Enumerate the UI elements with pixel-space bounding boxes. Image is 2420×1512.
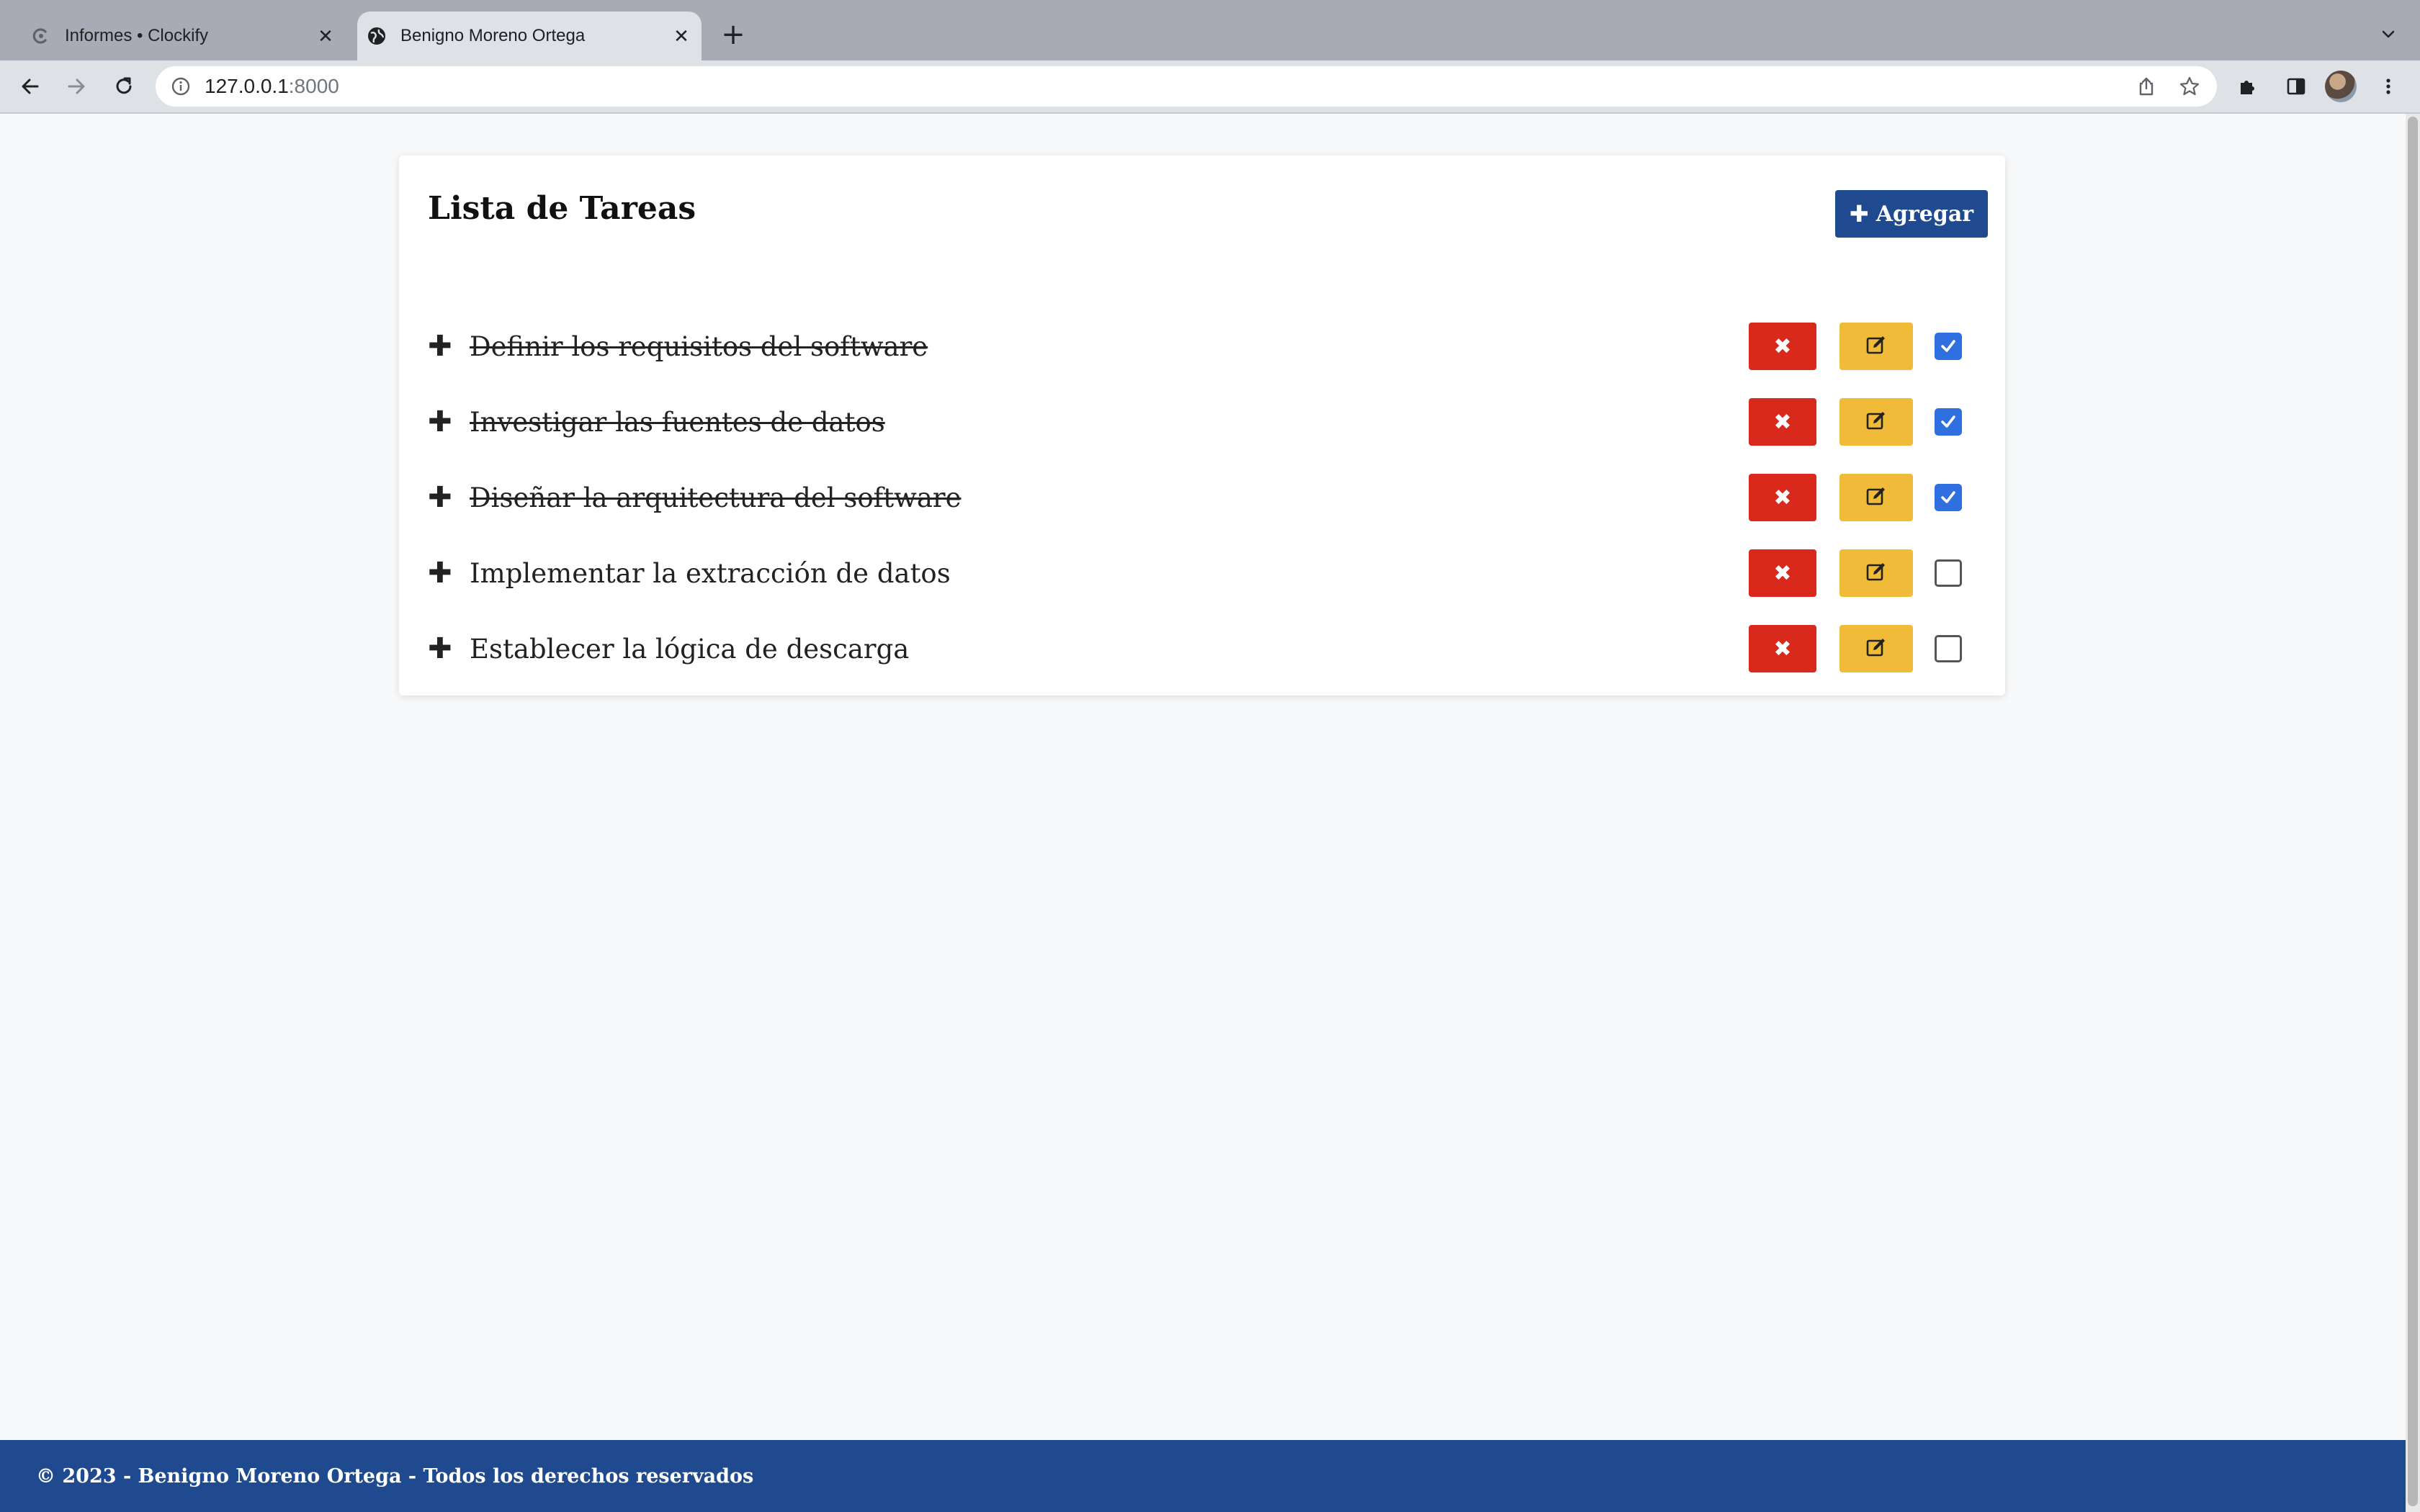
tab-clockify[interactable]: Informes • Clockify ✕ bbox=[22, 12, 346, 60]
tab-title: Informes • Clockify bbox=[65, 26, 209, 45]
address-bar[interactable]: 127.0.0.1:8000 bbox=[156, 66, 2217, 107]
task-done-checkbox[interactable] bbox=[1935, 559, 1962, 587]
globe-icon bbox=[366, 25, 387, 47]
page-title: Lista de Tareas bbox=[428, 190, 696, 227]
url-port: :8000 bbox=[288, 75, 339, 97]
task-text: Implementar la extracción de datos bbox=[470, 557, 951, 589]
delete-task-button[interactable]: ✖ bbox=[1749, 323, 1816, 370]
edit-icon bbox=[1864, 408, 1888, 436]
task-row: ✚ Definir los requisitos del software ✖ bbox=[428, 323, 1979, 370]
back-arrow-icon[interactable] bbox=[14, 71, 46, 102]
expand-plus-icon[interactable]: ✚ bbox=[428, 481, 452, 514]
task-row: ✚ Establecer la lógica de descarga ✖ bbox=[428, 625, 1979, 672]
browser-toolbar: 127.0.0.1:8000 bbox=[0, 60, 2420, 114]
chevron-down-icon[interactable] bbox=[2375, 22, 2401, 48]
extensions-icon[interactable] bbox=[2231, 71, 2263, 102]
close-icon: ✖ bbox=[1773, 560, 1792, 586]
share-icon[interactable] bbox=[2130, 71, 2162, 102]
task-list-card: Lista de Tareas ✚ Agregar ✚ Definir los r… bbox=[399, 156, 2005, 696]
task-actions: ✖ bbox=[1749, 625, 1979, 672]
task-row: ✚ Implementar la extracción de datos ✖ bbox=[428, 549, 1979, 597]
more-vert-icon[interactable] bbox=[2372, 71, 2404, 102]
task-done-checkbox[interactable] bbox=[1935, 408, 1962, 436]
profile-avatar[interactable] bbox=[2325, 71, 2357, 102]
side-panel-icon[interactable] bbox=[2280, 71, 2312, 102]
edit-task-button[interactable] bbox=[1839, 398, 1913, 446]
close-icon: ✖ bbox=[1773, 409, 1792, 435]
edit-task-button[interactable] bbox=[1839, 323, 1913, 370]
task-actions: ✖ bbox=[1749, 323, 1979, 370]
clockify-icon bbox=[30, 25, 52, 47]
star-icon[interactable] bbox=[2174, 71, 2205, 102]
add-task-button[interactable]: ✚ Agregar bbox=[1835, 190, 1988, 238]
footer-text: © 2023 - Benigno Moreno Ortega - Todos l… bbox=[36, 1464, 754, 1488]
task-actions: ✖ bbox=[1749, 549, 1979, 597]
task-row: ✚ Investigar las fuentes de datos ✖ bbox=[428, 398, 1979, 446]
task-actions: ✖ bbox=[1749, 474, 1979, 521]
edit-icon bbox=[1864, 559, 1888, 587]
edit-task-button[interactable] bbox=[1839, 625, 1913, 672]
close-icon: ✖ bbox=[1773, 636, 1792, 662]
task-actions: ✖ bbox=[1749, 398, 1979, 446]
task-text: Establecer la lógica de descarga bbox=[470, 633, 910, 665]
task-done-checkbox[interactable] bbox=[1935, 484, 1962, 511]
delete-task-button[interactable]: ✖ bbox=[1749, 398, 1816, 446]
task-done-checkbox[interactable] bbox=[1935, 635, 1962, 662]
delete-task-button[interactable]: ✖ bbox=[1749, 549, 1816, 597]
new-tab-button[interactable]: + bbox=[717, 18, 749, 51]
edit-task-button[interactable] bbox=[1839, 549, 1913, 597]
task-text: Definir los requisitos del software bbox=[470, 330, 928, 362]
close-icon[interactable]: ✕ bbox=[667, 22, 696, 50]
scrollbar-thumb[interactable] bbox=[2408, 117, 2418, 1506]
edit-task-button[interactable] bbox=[1839, 474, 1913, 521]
footer: © 2023 - Benigno Moreno Ortega - Todos l… bbox=[0, 1440, 2406, 1512]
browser-tab-strip: Informes • Clockify ✕ Benigno Moreno Ort… bbox=[0, 0, 2420, 60]
expand-plus-icon[interactable]: ✚ bbox=[428, 330, 452, 363]
close-icon: ✖ bbox=[1773, 333, 1792, 359]
url-text: 127.0.0.1:8000 bbox=[205, 75, 2130, 98]
delete-task-button[interactable]: ✖ bbox=[1749, 474, 1816, 521]
tab-portfolio[interactable]: Benigno Moreno Ortega ✕ bbox=[357, 12, 702, 60]
url-host: 127.0.0.1 bbox=[205, 75, 289, 97]
task-text: Investigar las fuentes de datos bbox=[470, 406, 885, 438]
expand-plus-icon[interactable]: ✚ bbox=[428, 557, 452, 590]
close-icon[interactable]: ✕ bbox=[311, 22, 340, 50]
close-icon: ✖ bbox=[1773, 485, 1792, 510]
plus-icon: ✚ bbox=[1849, 200, 1869, 228]
task-text: Diseñar la arquitectura del software bbox=[470, 482, 962, 513]
expand-plus-icon[interactable]: ✚ bbox=[428, 405, 452, 438]
info-icon[interactable] bbox=[170, 76, 192, 97]
tab-title: Benigno Moreno Ortega bbox=[400, 26, 586, 45]
edit-icon bbox=[1864, 333, 1888, 360]
forward-arrow-icon[interactable] bbox=[60, 71, 92, 102]
delete-task-button[interactable]: ✖ bbox=[1749, 625, 1816, 672]
edit-icon bbox=[1864, 635, 1888, 662]
reload-icon[interactable] bbox=[108, 71, 140, 102]
task-done-checkbox[interactable] bbox=[1935, 333, 1962, 360]
vertical-scrollbar[interactable] bbox=[2406, 114, 2420, 1512]
task-row: ✚ Diseñar la arquitectura del software ✖ bbox=[428, 474, 1979, 521]
expand-plus-icon[interactable]: ✚ bbox=[428, 632, 452, 665]
add-task-label: Agregar bbox=[1876, 201, 1974, 227]
edit-icon bbox=[1864, 484, 1888, 511]
